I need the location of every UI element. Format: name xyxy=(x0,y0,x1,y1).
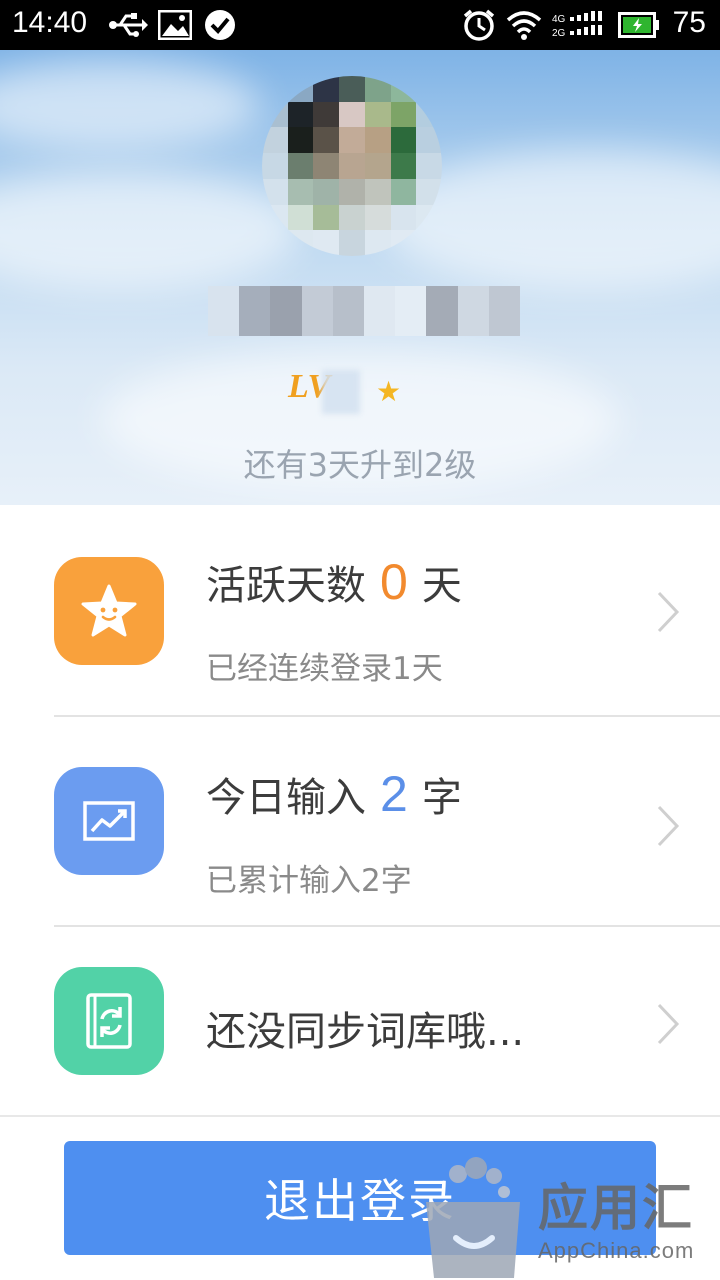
battery-level: 75 xyxy=(672,6,706,39)
active-days-subtitle: 已经连续登录1天 xyxy=(206,651,443,687)
watermark: 应用汇 AppChina.com xyxy=(420,1150,720,1280)
signal-4g-2g-icon: 4G 2G xyxy=(552,11,602,39)
sync-dict-title: 还没同步词库哦... xyxy=(206,1009,525,1055)
profile-header: LV ★ 还有3天升到2级 xyxy=(0,50,720,505)
today-input-label: 今日输入 xyxy=(206,775,366,821)
active-days-title: 活跃天数 0 天 xyxy=(206,553,462,611)
trend-chart-icon xyxy=(83,801,135,841)
watermark-domain: AppChina.com xyxy=(538,1238,695,1263)
wifi-icon xyxy=(506,11,542,40)
chevron-right-icon xyxy=(657,591,680,633)
chevron-right-icon xyxy=(657,805,680,847)
active-days-label: 活跃天数 xyxy=(206,563,366,609)
usb-icon xyxy=(109,13,148,37)
sync-book-icon xyxy=(86,993,132,1049)
avatar[interactable] xyxy=(262,76,442,256)
active-days-icon-box xyxy=(54,557,164,665)
watermark-title: 应用汇 xyxy=(538,1179,694,1237)
check-circle-icon xyxy=(205,10,235,40)
image-icon xyxy=(158,10,192,40)
star-icon xyxy=(81,584,137,637)
level-star-icon: ★ xyxy=(376,375,402,408)
today-input-icon-box xyxy=(54,767,164,875)
today-input-title: 今日输入 2 字 xyxy=(206,765,462,823)
today-input-subtitle: 已累计输入2字 xyxy=(206,863,412,899)
level-number-redacted xyxy=(322,370,360,414)
status-bar: 14:40 4G 2G 75 xyxy=(0,0,720,50)
appchina-logo-icon xyxy=(426,1157,520,1278)
sync-dict-row[interactable]: 还没同步词库哦... xyxy=(0,927,720,1137)
nickname-redacted xyxy=(208,286,521,336)
divider xyxy=(0,1115,720,1117)
today-input-unit: 字 xyxy=(421,775,462,821)
today-input-row[interactable]: 今日输入 2 字 已累计输入2字 xyxy=(0,717,720,927)
today-input-count: 2 xyxy=(380,766,408,822)
active-days-row[interactable]: 活跃天数 0 天 已经连续登录1天 xyxy=(0,505,720,715)
svg-text:2G: 2G xyxy=(552,28,566,39)
level-hint: 还有3天升到2级 xyxy=(243,446,477,484)
battery-icon xyxy=(618,12,659,38)
chevron-right-icon xyxy=(657,1003,680,1045)
alarm-icon xyxy=(463,9,495,41)
svg-text:4G: 4G xyxy=(552,14,566,25)
active-days-unit: 天 xyxy=(421,563,462,609)
active-days-count: 0 xyxy=(380,554,408,610)
sync-dict-icon-box xyxy=(54,967,164,1075)
status-time: 14:40 xyxy=(12,6,88,39)
